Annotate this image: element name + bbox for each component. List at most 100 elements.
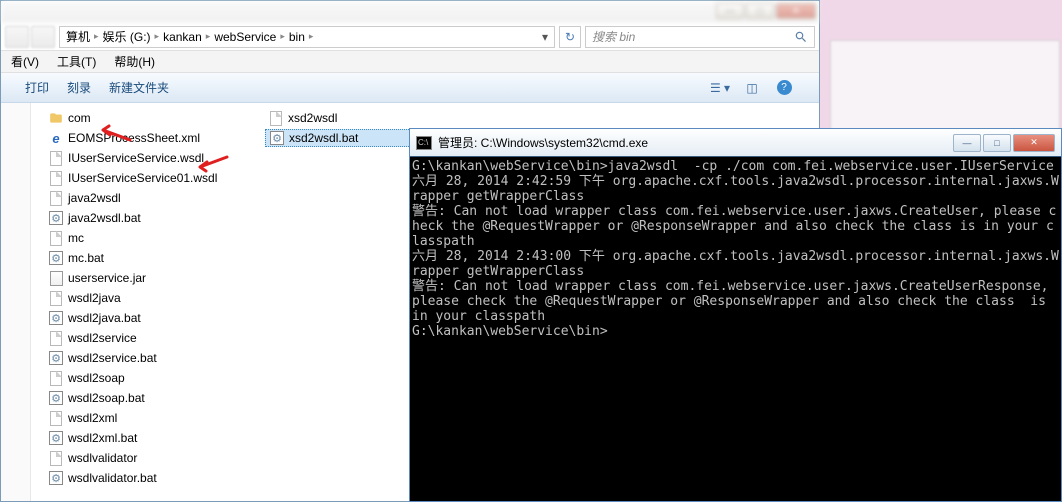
view-mode-button[interactable]: ☰ ▾ bbox=[709, 78, 731, 98]
jar-file-icon bbox=[48, 270, 64, 286]
cmd-maximize-button[interactable]: □ bbox=[983, 134, 1011, 152]
cmd-window: C:\ 管理员: C:\Windows\system32\cmd.exe — □… bbox=[409, 128, 1062, 502]
preview-pane-button[interactable]: ◫ bbox=[741, 78, 763, 98]
file-icon bbox=[48, 170, 64, 186]
menu-tools[interactable]: 工具(T) bbox=[57, 53, 96, 70]
file-item[interactable]: mc bbox=[45, 229, 225, 247]
file-icon bbox=[48, 330, 64, 346]
search-input[interactable]: 搜索 bin bbox=[585, 26, 815, 48]
maximize-button[interactable]: □ bbox=[746, 3, 774, 19]
file-name: java2wsdl bbox=[68, 191, 121, 205]
file-name: xsd2wsdl bbox=[288, 111, 337, 125]
pane-icon: ◫ bbox=[746, 81, 757, 95]
file-item[interactable]: java2wsdl.bat bbox=[45, 209, 225, 227]
xml-icon: e bbox=[48, 130, 64, 146]
help-button[interactable]: ? bbox=[773, 78, 795, 98]
batch-file-icon bbox=[48, 430, 64, 446]
batch-file-icon bbox=[48, 210, 64, 226]
batch-file-icon bbox=[269, 130, 285, 146]
file-item[interactable]: wsdl2soap.bat bbox=[45, 389, 225, 407]
dropdown-icon[interactable]: ▾ bbox=[542, 30, 548, 44]
file-item[interactable]: IUserServiceService.wsdl bbox=[45, 149, 225, 167]
file-icon bbox=[48, 290, 64, 306]
menu-help[interactable]: 帮助(H) bbox=[114, 53, 155, 70]
tool-newfolder[interactable]: 新建文件夹 bbox=[109, 79, 169, 96]
file-name: userservice.jar bbox=[68, 271, 146, 285]
file-name: xsd2wsdl.bat bbox=[289, 131, 358, 145]
file-name: com bbox=[68, 111, 91, 125]
tool-print[interactable]: 打印 bbox=[25, 79, 49, 96]
explorer-titlebar[interactable]: — □ ✕ bbox=[1, 1, 819, 23]
file-name: wsdl2java bbox=[68, 291, 121, 305]
chevron-right-icon: ▸ bbox=[94, 31, 99, 42]
file-item[interactable]: wsdlvalidator bbox=[45, 449, 225, 467]
file-name: EOMSProcessSheet.xml bbox=[68, 131, 200, 145]
file-item[interactable]: wsdl2xml.bat bbox=[45, 429, 225, 447]
file-name: mc.bat bbox=[68, 251, 104, 265]
file-name: wsdl2soap bbox=[68, 371, 125, 385]
file-name: wsdl2java.bat bbox=[68, 311, 141, 325]
file-icon bbox=[48, 150, 64, 166]
tool-burn[interactable]: 刻录 bbox=[67, 79, 91, 96]
file-item[interactable]: userservice.jar bbox=[45, 269, 225, 287]
sidebar[interactable] bbox=[1, 103, 31, 501]
file-item[interactable]: wsdlvalidator.bat bbox=[45, 469, 225, 487]
cmd-titlebar[interactable]: C:\ 管理员: C:\Windows\system32\cmd.exe — □… bbox=[410, 129, 1061, 157]
chevron-right-icon: ▸ bbox=[309, 31, 314, 42]
file-item[interactable]: e EOMSProcessSheet.xml bbox=[45, 129, 225, 147]
file-item[interactable]: wsdl2soap bbox=[45, 369, 225, 387]
menubar: 看(V) 工具(T) 帮助(H) bbox=[1, 51, 819, 73]
minimize-button[interactable]: — bbox=[716, 3, 744, 19]
breadcrumb[interactable]: 算机 ▸ 娱乐 (G:) ▸ kankan ▸ webService ▸ bin… bbox=[59, 26, 555, 48]
back-button[interactable] bbox=[5, 26, 29, 48]
cmd-close-button[interactable]: ✕ bbox=[1013, 134, 1055, 152]
chevron-right-icon: ▸ bbox=[206, 31, 211, 42]
chevron-right-icon: ▸ bbox=[155, 31, 160, 42]
folder-icon bbox=[48, 110, 64, 126]
file-name: wsdl2soap.bat bbox=[68, 391, 145, 405]
crumb-webservice[interactable]: webService bbox=[214, 30, 276, 44]
explorer-window-buttons: — □ ✕ bbox=[716, 3, 816, 19]
file-item[interactable]: com bbox=[45, 109, 225, 127]
file-name: wsdlvalidator.bat bbox=[68, 471, 157, 485]
crumb-kankan[interactable]: kankan bbox=[163, 30, 202, 44]
file-name: mc bbox=[68, 231, 84, 245]
cmd-window-buttons: — □ ✕ bbox=[953, 134, 1055, 152]
file-item[interactable]: IUserServiceService01.wsdl bbox=[45, 169, 225, 187]
file-icon bbox=[48, 190, 64, 206]
file-item[interactable]: wsdl2service.bat bbox=[45, 349, 225, 367]
toolbar: 打印 刻录 新建文件夹 ☰ ▾ ◫ ? bbox=[1, 73, 819, 103]
file-name: wsdl2xml.bat bbox=[68, 431, 137, 445]
search-icon bbox=[794, 30, 808, 44]
file-name: IUserServiceService01.wsdl bbox=[68, 171, 217, 185]
file-item[interactable]: java2wsdl bbox=[45, 189, 225, 207]
file-icon bbox=[48, 410, 64, 426]
help-icon: ? bbox=[777, 80, 792, 95]
file-icon bbox=[48, 450, 64, 466]
batch-file-icon bbox=[48, 350, 64, 366]
crumb-bin[interactable]: bin bbox=[289, 30, 305, 44]
file-item[interactable]: xsd2wsdl bbox=[265, 109, 445, 127]
file-item[interactable]: mc.bat bbox=[45, 249, 225, 267]
cmd-output[interactable]: G:\kankan\webService\bin>java2wsdl -cp .… bbox=[410, 157, 1061, 501]
file-icon bbox=[48, 370, 64, 386]
cmd-minimize-button[interactable]: — bbox=[953, 134, 981, 152]
file-item[interactable]: wsdl2java.bat bbox=[45, 309, 225, 327]
list-icon: ☰ ▾ bbox=[710, 81, 730, 95]
menu-view[interactable]: 看(V) bbox=[11, 53, 39, 70]
crumb-drive[interactable]: 娱乐 (G:) bbox=[103, 28, 151, 45]
file-icon bbox=[268, 110, 284, 126]
file-item[interactable]: wsdl2java bbox=[45, 289, 225, 307]
address-bar: 算机 ▸ 娱乐 (G:) ▸ kankan ▸ webService ▸ bin… bbox=[1, 23, 819, 51]
file-item[interactable]: wsdl2xml bbox=[45, 409, 225, 427]
cmd-icon: C:\ bbox=[416, 136, 432, 150]
forward-button[interactable] bbox=[31, 26, 55, 48]
crumb-computer[interactable]: 算机 bbox=[66, 28, 90, 45]
refresh-button[interactable]: ↻ bbox=[559, 26, 581, 48]
file-item[interactable]: wsdl2service bbox=[45, 329, 225, 347]
close-button[interactable]: ✕ bbox=[776, 3, 816, 19]
batch-file-icon bbox=[48, 250, 64, 266]
chevron-right-icon: ▸ bbox=[280, 31, 285, 42]
file-name: wsdl2service bbox=[68, 331, 137, 345]
cmd-title: 管理员: C:\Windows\system32\cmd.exe bbox=[438, 134, 953, 151]
